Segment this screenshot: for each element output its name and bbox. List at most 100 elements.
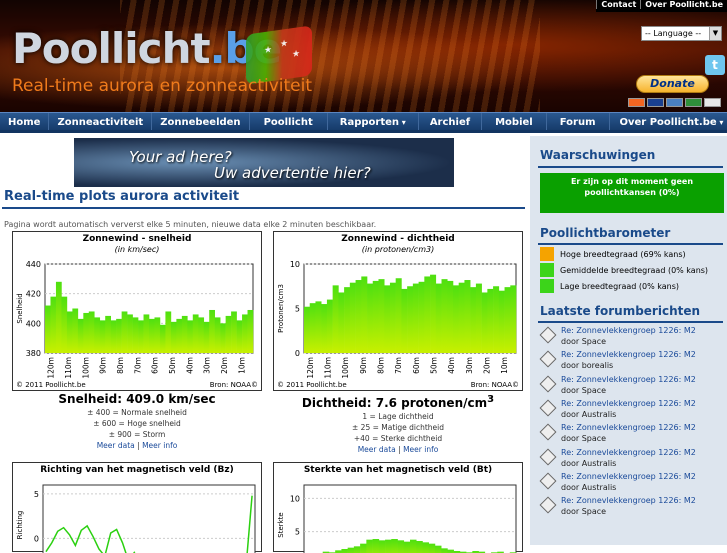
legend-line: ± 25 = Matige dichtheid: [273, 422, 523, 433]
forum-item[interactable]: Re: Zonnevlekkengroep 1226: M2door Space: [540, 374, 696, 396]
main-content: Your ad here? Uw advertentie hier? Real-…: [0, 136, 530, 545]
data-bar: [116, 319, 122, 353]
forum-item-title[interactable]: Re: Zonnevlekkengroep 1226: M2: [561, 349, 696, 360]
data-bar: [242, 314, 248, 353]
data-bar: [111, 320, 117, 353]
data-bar: [304, 307, 310, 353]
forum-item[interactable]: Re: Zonnevlekkengroep 1226: M2door Austr…: [540, 398, 696, 420]
forum-item[interactable]: Re: Zonnevlekkengroep 1226: M2door Space: [540, 325, 696, 347]
nav-forum[interactable]: Forum: [547, 113, 610, 130]
y-axis-label: Protonen/cm3: [277, 284, 285, 333]
data-bar: [220, 323, 226, 353]
data-bar: [459, 283, 465, 353]
data-bar: [182, 316, 188, 353]
language-select[interactable]: -- Language --▼: [641, 26, 722, 41]
nav-rapporten[interactable]: Rapporten: [328, 113, 419, 130]
forum-item-title[interactable]: Re: Zonnevlekkengroep 1226: M2: [561, 495, 696, 506]
data-bar: [441, 548, 448, 553]
forum-item-title[interactable]: Re: Zonnevlekkengroep 1226: M2: [561, 325, 696, 336]
y-tick-label: 380: [26, 349, 41, 358]
density-caption: Dichtheid: 7.6 protonen/cm3 1 = Lage dic…: [273, 392, 523, 455]
site-logo[interactable]: Poollicht.be: [12, 24, 281, 73]
forum-item-title[interactable]: Re: Zonnevlekkengroep 1226: M2: [561, 374, 696, 385]
data-bar: [248, 310, 254, 353]
chevron-down-icon: ▼: [709, 27, 721, 40]
data-bar: [404, 542, 411, 553]
nav-over[interactable]: Over Poollicht.be: [610, 113, 727, 130]
ad-banner[interactable]: Your ad here? Uw advertentie hier?: [74, 138, 454, 187]
data-bar: [165, 311, 171, 353]
x-tick-label: 30m: [465, 357, 474, 374]
more-data-link[interactable]: Meer data: [358, 445, 396, 454]
page-title: Real-time plots aurora activiteit: [4, 189, 239, 204]
card-icon: [685, 98, 702, 107]
barometer-swatch: [540, 263, 554, 277]
contact-link[interactable]: Contact: [596, 0, 640, 9]
main-nav: Home Zonneactiviteit Zonnebeelden Poolli…: [0, 112, 727, 133]
x-tick-label: 80m: [377, 357, 386, 374]
card-icon: [628, 98, 645, 107]
data-bar: [354, 546, 361, 553]
data-bar: [45, 306, 51, 353]
data-bar: [122, 311, 128, 353]
data-bar: [231, 311, 237, 353]
data-bar: [341, 549, 348, 553]
x-tick-label: 20m: [220, 357, 229, 374]
nav-mobiel[interactable]: Mobiel: [482, 113, 547, 130]
forum-item[interactable]: Re: Zonnevlekkengroep 1226: M2door Austr…: [540, 447, 696, 469]
card-icon: [704, 98, 721, 107]
data-bar: [154, 317, 160, 353]
nav-zonnebeelden[interactable]: Zonnebeelden: [152, 113, 249, 130]
more-info-link[interactable]: Meer info: [142, 441, 177, 450]
donate-button[interactable]: Donate: [636, 75, 709, 93]
twitter-icon[interactable]: t: [705, 55, 725, 75]
data-bar: [424, 276, 430, 353]
site-header: Poollicht.be ★★★ Real-time aurora en zon…: [0, 0, 727, 112]
nav-archief[interactable]: Archief: [419, 113, 482, 130]
data-bar: [327, 300, 333, 353]
nav-poollicht[interactable]: Poollicht: [250, 113, 328, 130]
data-bar: [464, 280, 470, 353]
about-link[interactable]: Over Poollicht.be: [640, 0, 727, 9]
card-icon: [666, 98, 683, 107]
more-info-link[interactable]: Meer info: [403, 445, 438, 454]
y-axis-label: Sterkte: [277, 512, 285, 537]
y-axis-label: Richting: [16, 511, 24, 540]
data-bar: [360, 544, 367, 553]
data-bar: [493, 286, 499, 353]
forum-item[interactable]: Re: Zonnevlekkengroep 1226: M2door Space: [540, 422, 696, 444]
y-tick-label: 440: [26, 260, 41, 269]
forum-item[interactable]: Re: Zonnevlekkengroep 1226: M2door Space: [540, 495, 696, 517]
forum-item[interactable]: Re: Zonnevlekkengroep 1226: M2door borea…: [540, 349, 696, 371]
nav-zonneactiviteit[interactable]: Zonneactiviteit: [49, 113, 152, 130]
data-bar: [442, 279, 448, 353]
data-bar: [144, 314, 150, 353]
data-bar: [78, 319, 84, 353]
data-bar: [149, 319, 155, 353]
more-data-link[interactable]: Meer data: [97, 441, 135, 450]
chart-plot: 105Sterkte: [274, 463, 524, 553]
forum-item-title[interactable]: Re: Zonnevlekkengroep 1226: M2: [561, 471, 696, 482]
barometer-swatch: [540, 247, 554, 261]
x-tick-label: 80m: [116, 357, 125, 374]
x-tick-label: 110m: [64, 357, 73, 379]
data-bar: [435, 546, 442, 553]
forum-item-author: door Australis: [561, 482, 696, 493]
barometer-row: Hoge breedtegraad (69% kans): [540, 247, 686, 261]
data-bar: [430, 275, 436, 353]
data-bar: [373, 539, 380, 553]
y-tick-label: 5: [295, 305, 300, 314]
data-bar: [505, 287, 511, 353]
data-bar: [453, 285, 459, 353]
forum-item-title[interactable]: Re: Zonnevlekkengroep 1226: M2: [561, 398, 696, 409]
forum-item-title[interactable]: Re: Zonnevlekkengroep 1226: M2: [561, 422, 696, 433]
forum-item[interactable]: Re: Zonnevlekkengroep 1226: M2door Austr…: [540, 471, 696, 493]
post-icon: [540, 351, 557, 368]
data-bar: [344, 287, 350, 353]
divider: [538, 321, 723, 323]
forum-item-author: door Space: [561, 506, 696, 517]
data-bar: [419, 282, 425, 353]
forum-item-title[interactable]: Re: Zonnevlekkengroep 1226: M2: [561, 447, 696, 458]
nav-home[interactable]: Home: [0, 113, 49, 130]
data-bar: [361, 276, 367, 353]
